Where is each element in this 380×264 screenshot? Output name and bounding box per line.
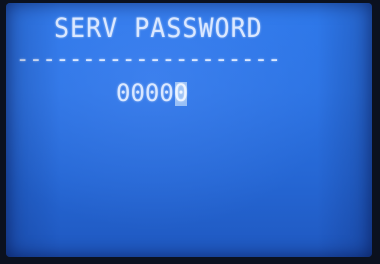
dashed-divider: -------------------- <box>16 47 281 72</box>
device-bezel: SERV PASSWORD -------------------- 0000 … <box>0 0 380 264</box>
screen-title: SERV PASSWORD <box>54 13 263 44</box>
password-entered-digits: 0000 <box>116 79 174 107</box>
password-cursor-digit[interactable]: 0 <box>174 79 188 107</box>
lcd-screen: SERV PASSWORD -------------------- 0000 … <box>6 3 372 257</box>
password-field[interactable]: 0000 0 <box>116 79 188 109</box>
